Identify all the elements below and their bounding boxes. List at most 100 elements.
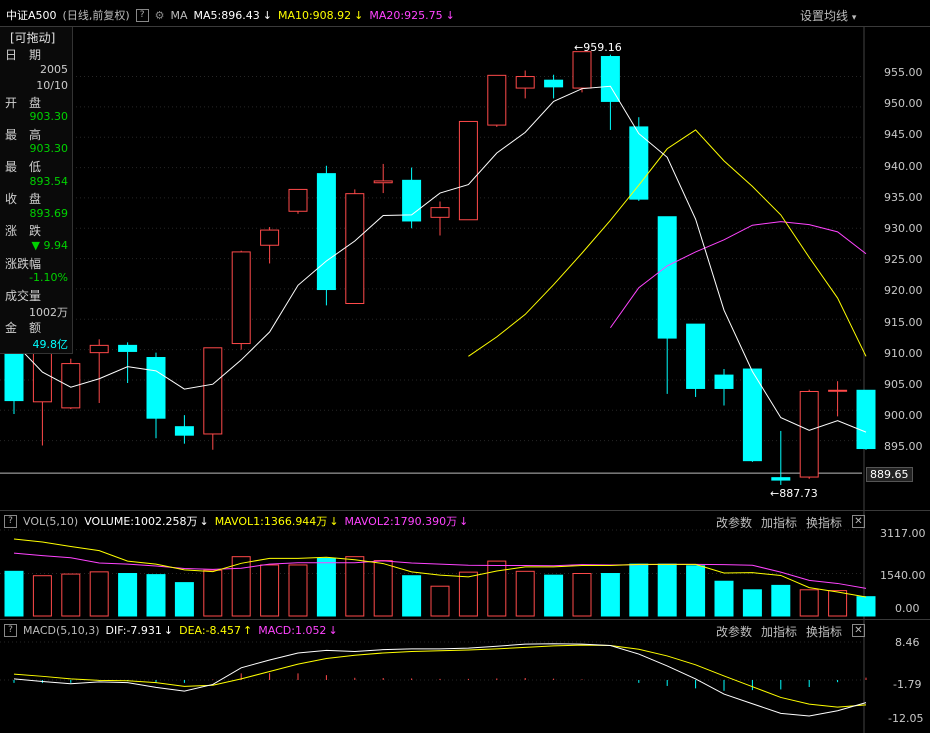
candle-body [544, 79, 564, 88]
volume-bar [174, 582, 194, 617]
date-label: 日 期 [5, 48, 42, 62]
open-label: 开 盘 [5, 96, 42, 110]
volume-bar [260, 564, 280, 617]
high-annotation-value: 959.16 [583, 41, 622, 54]
pct-value: -1.10% [29, 271, 68, 284]
volume-bar [544, 574, 564, 617]
macd-add-button[interactable]: 加指标 [761, 623, 797, 640]
candle-body [288, 188, 308, 212]
macd-axis-min: -12.05 [888, 712, 924, 725]
vol-add-button[interactable]: 加指标 [761, 514, 797, 531]
arrow-left-icon: ← [770, 487, 780, 500]
volume-bar [686, 565, 706, 617]
volume-bar [799, 589, 819, 617]
candle-body [118, 344, 138, 352]
volume-bar [32, 575, 52, 617]
vol-axis-mid: 1540.00 [880, 569, 926, 582]
candle-body [89, 344, 109, 354]
price-axis-label: 925.00 [884, 253, 923, 267]
arrow-down-icon: ↓ [459, 514, 469, 528]
high-label: 最 高 [5, 128, 42, 142]
dea-value: DEA:-8.457 [179, 623, 242, 637]
price-axis-label: 900.00 [884, 409, 923, 423]
low-value: 893.54 [29, 175, 69, 188]
price-axis-label: 895.00 [884, 440, 923, 454]
macd-label: MACD(5,10,3) [23, 623, 100, 637]
price-axis-label: 910.00 [884, 346, 923, 360]
vol-close-button[interactable]: ✕ [852, 515, 865, 528]
candle-body [430, 207, 450, 218]
volume-bar [515, 570, 535, 617]
quote-info-panel[interactable]: [可拖动] 日 期 2005 10/10 开 盘 903.30 最 高 903.… [0, 27, 73, 354]
help-button[interactable]: ? [4, 514, 17, 528]
candle-body [714, 374, 734, 389]
candle-body [600, 56, 620, 102]
volume-bar [373, 560, 393, 617]
open-value: 903.30 [29, 110, 69, 123]
candle-body [856, 389, 876, 450]
price-axis-label: 935.00 [884, 190, 923, 204]
candle-body [458, 120, 478, 221]
low-label: 最 低 [5, 160, 42, 174]
candle-body [203, 347, 223, 435]
candle-body [572, 51, 592, 89]
price-axis-label: 920.00 [884, 284, 923, 298]
volume-bar [487, 560, 507, 617]
close-value: 893.69 [29, 207, 69, 220]
volume-bar [118, 573, 138, 617]
mavol2-line [13, 552, 867, 589]
candle-body [316, 173, 336, 291]
help-button[interactable]: ? [4, 623, 17, 637]
macd-axis-max: 8.46 [895, 636, 920, 649]
arrow-down-icon: ↓ [163, 623, 174, 637]
vol-axis-max: 3117.00 [880, 527, 926, 540]
current-price-tag: 889.65 [866, 467, 913, 482]
macd-divider [0, 619, 930, 620]
volume-bar [742, 589, 762, 617]
volume-bar [714, 580, 734, 617]
candle-body [742, 368, 762, 462]
arrow-left-icon: ← [574, 41, 584, 54]
volume-bar [458, 571, 478, 617]
volume-bar [146, 574, 166, 617]
volume-bar [856, 596, 876, 617]
macd-close-button[interactable]: ✕ [852, 624, 865, 637]
price-axis-label: 905.00 [884, 378, 923, 391]
vol-label: VOL(5,10) [23, 514, 79, 528]
volume-bar [4, 570, 24, 617]
volume-bar [771, 584, 791, 617]
macd-switch-button[interactable]: 换指标 [806, 623, 842, 640]
candle-body [373, 180, 393, 184]
vol-params-button[interactable]: 改参数 [716, 514, 752, 531]
macd-value: MACD:1.052 [258, 623, 327, 637]
volume-bar [316, 557, 336, 617]
arrow-down-icon: ↓ [328, 623, 338, 637]
vol-switch-button[interactable]: 换指标 [806, 514, 842, 531]
drag-tag[interactable]: [可拖动] [10, 29, 55, 46]
volume-bar [345, 556, 365, 617]
amount-label: 金 额 [5, 321, 42, 335]
change-label: 涨 跌 [5, 224, 42, 238]
dif-value: DIF:-7.931 [105, 623, 162, 637]
candle-body [345, 193, 365, 304]
candle-body [260, 229, 280, 246]
close-label: 收 盘 [5, 192, 42, 206]
price-axis-label: 930.00 [884, 222, 923, 235]
price-axis-label: 915.00 [884, 315, 923, 329]
candle-body [515, 76, 535, 89]
amount-value: 49.8亿 [32, 338, 69, 351]
candle-body [771, 477, 791, 481]
volume-bar [89, 571, 109, 617]
volume-bar [828, 590, 848, 617]
volume-label: 成交量 [5, 289, 42, 303]
vol-value: VOLUME:1002.258万 [84, 515, 198, 528]
price-axis-label: 940.00 [884, 159, 923, 173]
volume-bar [430, 585, 450, 617]
candle-body [4, 352, 24, 402]
date-year: 2005 [40, 63, 68, 76]
high-annotation: ←959.16 [574, 41, 622, 54]
candle-body [686, 323, 706, 389]
pct-label: 涨跌幅 [5, 257, 42, 271]
macd-params-button[interactable]: 改参数 [716, 623, 752, 640]
volume-bar [572, 573, 592, 617]
